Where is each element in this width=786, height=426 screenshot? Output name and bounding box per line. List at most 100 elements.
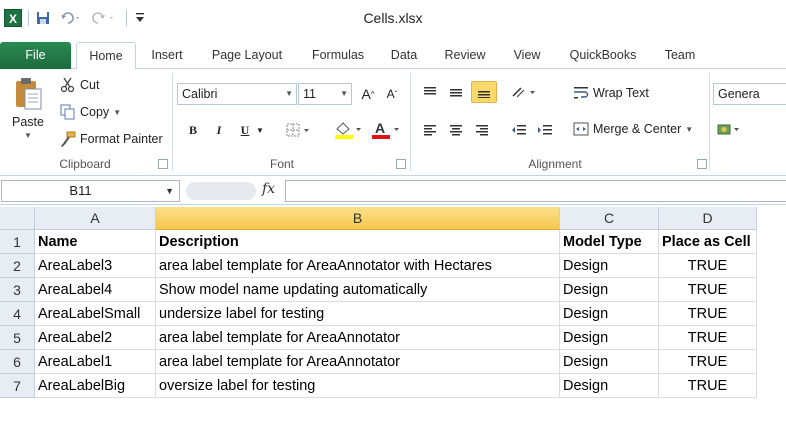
- shrink-font-icon[interactable]: Aˇ: [381, 83, 403, 105]
- cell-c6[interactable]: Design: [560, 350, 659, 374]
- select-all-corner[interactable]: [0, 207, 35, 230]
- window-minimize-button[interactable]: [750, 6, 774, 26]
- number-format-combo[interactable]: Genera: [713, 83, 786, 105]
- column-header-c[interactable]: C: [560, 207, 659, 230]
- merge-icon: [573, 121, 589, 137]
- cell-c7[interactable]: Design: [560, 374, 659, 398]
- clipboard-launcher-icon[interactable]: [158, 159, 168, 169]
- tab-page-layout[interactable]: Page Layout: [200, 42, 294, 69]
- tab-review[interactable]: Review: [436, 42, 494, 69]
- insert-function-icon[interactable]: fx: [262, 181, 275, 197]
- borders-icon[interactable]: [284, 119, 314, 141]
- cell-b2[interactable]: area label template for AreaAnnotator wi…: [156, 254, 560, 278]
- tab-home[interactable]: Home: [76, 42, 136, 70]
- orientation-icon[interactable]: [510, 81, 540, 103]
- group-label-alignment: Alignment: [528, 157, 582, 171]
- cell-a6[interactable]: AreaLabel1: [35, 350, 156, 374]
- cell-c5[interactable]: Design: [560, 326, 659, 350]
- chevron-down-icon: ▼: [685, 124, 694, 134]
- tab-view[interactable]: View: [504, 42, 550, 69]
- tab-team[interactable]: Team: [654, 42, 706, 69]
- row-header[interactable]: 1: [0, 230, 35, 254]
- name-box[interactable]: B11 ▼: [1, 180, 180, 202]
- cell-b6[interactable]: area label template for AreaAnnotator: [156, 350, 560, 374]
- group-label-clipboard: Clipboard: [59, 157, 111, 171]
- column-header-a[interactable]: A: [35, 207, 156, 230]
- chevron-down-icon[interactable]: ▼: [254, 119, 266, 141]
- row-header[interactable]: 3: [0, 278, 35, 302]
- align-right-icon[interactable]: [471, 119, 493, 141]
- cell-b3[interactable]: Show model name updating automatically: [156, 278, 560, 302]
- underline-button[interactable]: U: [234, 119, 256, 141]
- cell-c2[interactable]: Design: [560, 254, 659, 278]
- font-size-value: 11: [303, 87, 316, 101]
- font-size-combo[interactable]: 11 ▼: [298, 83, 352, 105]
- increase-indent-icon[interactable]: [534, 119, 556, 141]
- tab-insert[interactable]: Insert: [142, 42, 192, 69]
- cell-a2[interactable]: AreaLabel3: [35, 254, 156, 278]
- fill-color-icon[interactable]: [332, 119, 364, 141]
- copy-label: Copy: [80, 105, 110, 119]
- cell-a5[interactable]: AreaLabel2: [35, 326, 156, 350]
- cell-d1[interactable]: Place as Cell: [659, 230, 757, 254]
- align-bottom-icon[interactable]: [471, 81, 497, 103]
- align-left-icon[interactable]: [419, 119, 441, 141]
- font-name-combo[interactable]: Calibri ▼: [177, 83, 297, 105]
- paste-icon: [16, 78, 42, 110]
- font-name-value: Calibri: [182, 87, 218, 101]
- row-header[interactable]: 7: [0, 374, 35, 398]
- formula-input[interactable]: [285, 180, 786, 202]
- cell-c3[interactable]: Design: [560, 278, 659, 302]
- merge-center-button[interactable]: Merge & Center ▼: [573, 121, 693, 137]
- cell-a4[interactable]: AreaLabelSmall: [35, 302, 156, 326]
- tab-data[interactable]: Data: [382, 42, 426, 69]
- row-header[interactable]: 6: [0, 350, 35, 374]
- cell-a3[interactable]: AreaLabel4: [35, 278, 156, 302]
- column-header-d[interactable]: D: [659, 207, 757, 230]
- wrap-text-button[interactable]: Wrap Text: [573, 85, 649, 101]
- column-header-b[interactable]: B: [156, 207, 560, 230]
- cell-d5[interactable]: TRUE: [659, 326, 757, 350]
- tab-quickbooks[interactable]: QuickBooks: [560, 42, 646, 69]
- cut-label: Cut: [80, 78, 100, 92]
- copy-button[interactable]: Copy ▼: [60, 104, 121, 120]
- cell-c1[interactable]: Model Type: [560, 230, 659, 254]
- cell-d4[interactable]: TRUE: [659, 302, 757, 326]
- cell-d3[interactable]: TRUE: [659, 278, 757, 302]
- cell-b7[interactable]: oversize label for testing: [156, 374, 560, 398]
- cell-d7[interactable]: TRUE: [659, 374, 757, 398]
- align-top-icon[interactable]: [419, 81, 441, 103]
- svg-text:A: A: [375, 121, 385, 136]
- cell-a7[interactable]: AreaLabelBig: [35, 374, 156, 398]
- window-title: Cells.xlsx: [363, 10, 423, 26]
- accounting-format-icon[interactable]: [716, 119, 744, 141]
- decrease-indent-icon[interactable]: [508, 119, 530, 141]
- font-launcher-icon[interactable]: [396, 159, 406, 169]
- row-header[interactable]: 5: [0, 326, 35, 350]
- chevron-down-icon: ▼: [285, 89, 293, 98]
- chevron-down-icon: ▼: [113, 107, 122, 117]
- bold-button[interactable]: B: [182, 119, 204, 141]
- cell-b5[interactable]: area label template for AreaAnnotator: [156, 326, 560, 350]
- paste-button[interactable]: Paste ▼: [8, 77, 48, 140]
- formula-buttons-area: [186, 182, 256, 200]
- cell-b1[interactable]: Description: [156, 230, 560, 254]
- align-middle-icon[interactable]: [445, 81, 467, 103]
- cut-button[interactable]: Cut: [60, 77, 99, 93]
- row-header[interactable]: 4: [0, 302, 35, 326]
- cell-c4[interactable]: Design: [560, 302, 659, 326]
- row-header[interactable]: 2: [0, 254, 35, 278]
- align-center-icon[interactable]: [445, 119, 467, 141]
- italic-button[interactable]: I: [208, 119, 230, 141]
- cell-a1[interactable]: Name: [35, 230, 156, 254]
- grow-font-icon[interactable]: A ^: [357, 83, 379, 105]
- font-color-icon[interactable]: A: [368, 119, 404, 141]
- scissors-icon: [60, 77, 76, 93]
- format-painter-button[interactable]: Format Painter: [60, 131, 163, 147]
- tab-formulas[interactable]: Formulas: [302, 42, 374, 69]
- tab-file[interactable]: File: [0, 42, 71, 69]
- alignment-launcher-icon[interactable]: [697, 159, 707, 169]
- cell-b4[interactable]: undersize label for testing: [156, 302, 560, 326]
- cell-d6[interactable]: TRUE: [659, 350, 757, 374]
- cell-d2[interactable]: TRUE: [659, 254, 757, 278]
